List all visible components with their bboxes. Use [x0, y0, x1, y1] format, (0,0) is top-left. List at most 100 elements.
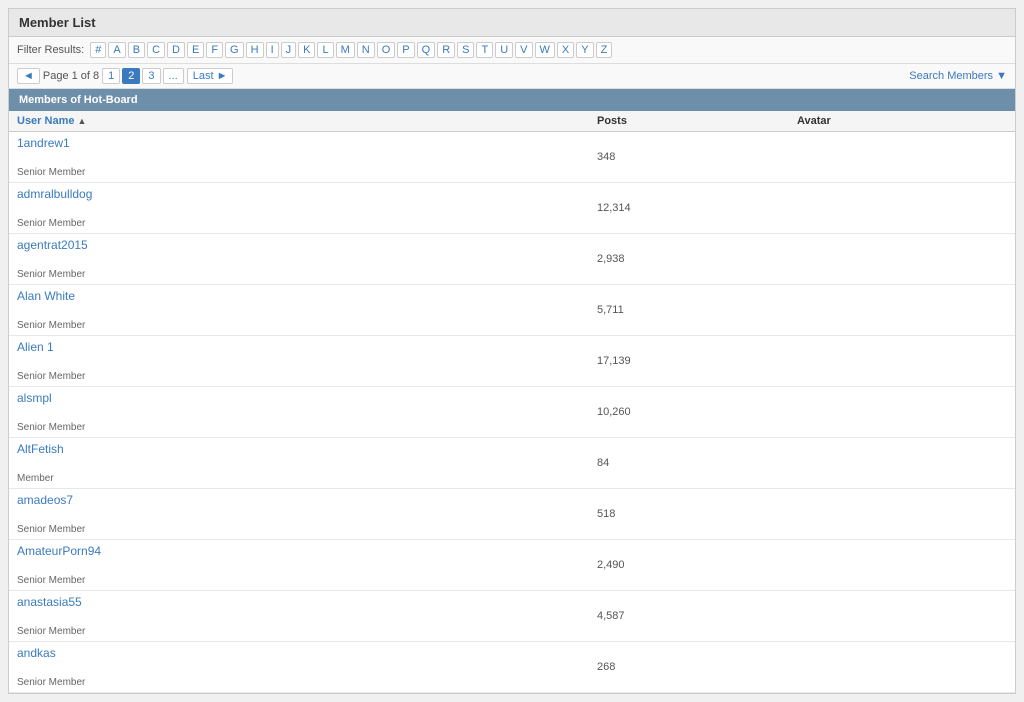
member-posts-count: 348 — [597, 151, 797, 163]
member-name-cell: AmateurPorn94 Senior Member — [17, 544, 597, 586]
alpha-filter-a[interactable]: A — [108, 42, 125, 58]
member-type-label: Senior Member — [17, 320, 85, 331]
avatar-column-header: Avatar — [797, 115, 1007, 127]
page-info: Page 1 of 8 — [43, 70, 99, 82]
alpha-filter-r[interactable]: R — [437, 42, 455, 58]
alpha-filter-b[interactable]: B — [128, 42, 145, 58]
member-posts-count: 17,139 — [597, 355, 797, 367]
member-type-label: Senior Member — [17, 524, 85, 535]
member-name-cell: AltFetish Member — [17, 442, 597, 484]
alpha-filter-e[interactable]: E — [187, 42, 204, 58]
member-name-link[interactable]: Alan White — [17, 289, 597, 303]
alpha-filter-o[interactable]: O — [377, 42, 396, 58]
member-name-link[interactable]: andkas — [17, 646, 597, 660]
page-button-2[interactable]: 2 — [122, 68, 140, 84]
alpha-filter-t[interactable]: T — [476, 42, 493, 58]
member-type-label: Senior Member — [17, 218, 85, 229]
alpha-filter-c[interactable]: C — [147, 42, 165, 58]
member-name-cell: amadeos7 Senior Member — [17, 493, 597, 535]
member-posts-count: 4,587 — [597, 610, 797, 622]
member-name-link[interactable]: Alien 1 — [17, 340, 597, 354]
alpha-filter-g[interactable]: G — [225, 42, 244, 58]
member-name-cell: andkas Senior Member — [17, 646, 597, 688]
table-row: AltFetish Member 84 — [9, 438, 1015, 489]
username-column-header[interactable]: User Name ▲ — [17, 115, 597, 127]
search-members-button[interactable]: Search Members ▼ — [909, 70, 1007, 82]
filter-label: Filter Results: — [17, 44, 84, 56]
alpha-filter-p[interactable]: P — [397, 42, 414, 58]
table-row: anastasia55 Senior Member 4,587 — [9, 591, 1015, 642]
member-type-label: Senior Member — [17, 575, 85, 586]
filter-bar: Filter Results: #ABCDEFGHIJKLMNOPQRSTUVW… — [9, 37, 1015, 64]
alpha-filter-i[interactable]: I — [266, 42, 279, 58]
member-type-label: Member — [17, 473, 54, 484]
table-row: agentrat2015 Senior Member 2,938 — [9, 234, 1015, 285]
member-type-label: Senior Member — [17, 167, 85, 178]
member-name-link[interactable]: AltFetish — [17, 442, 597, 456]
page-button-3[interactable]: 3 — [142, 68, 160, 84]
alpha-filter-buttons: #ABCDEFGHIJKLMNOPQRSTUVWXYZ — [90, 42, 612, 58]
member-name-link[interactable]: AmateurPorn94 — [17, 544, 597, 558]
pagination-left: ◄ Page 1 of 8 123... Last ► — [17, 68, 233, 84]
member-name-cell: 1andrew1 Senior Member — [17, 136, 597, 178]
table-row: alsmplSenior Member10,260 — [9, 387, 1015, 438]
page-button-1[interactable]: 1 — [102, 68, 120, 84]
table-row: Alan White Senior Member 5,711 — [9, 285, 1015, 336]
alpha-filter-f[interactable]: F — [206, 42, 223, 58]
pagination-bar: ◄ Page 1 of 8 123... Last ► Search Membe… — [9, 64, 1015, 89]
alpha-filter-h[interactable]: H — [246, 42, 264, 58]
member-type-label: Senior Member — [17, 677, 85, 688]
member-name-cell: Alan White Senior Member — [17, 289, 597, 331]
alpha-filter-#[interactable]: # — [90, 42, 106, 58]
member-posts-count: 12,314 — [597, 202, 797, 214]
member-posts-count: 268 — [597, 661, 797, 673]
member-name-link[interactable]: admralbulldog — [17, 187, 597, 201]
member-name-link[interactable]: alsmpl — [17, 391, 597, 405]
alpha-filter-y[interactable]: Y — [576, 42, 593, 58]
alpha-filter-j[interactable]: J — [281, 42, 297, 58]
alpha-filter-u[interactable]: U — [495, 42, 513, 58]
last-button[interactable]: Last ► — [187, 68, 234, 84]
table-row: amadeos7Senior Member518 — [9, 489, 1015, 540]
table-row: AmateurPorn94 Senior Member 2,490 — [9, 540, 1015, 591]
alpha-filter-n[interactable]: N — [357, 42, 375, 58]
member-name-cell: alsmpl Senior Member — [17, 391, 597, 433]
member-name-link[interactable]: 1andrew1 — [17, 136, 597, 150]
page-button-...[interactable]: ... — [163, 68, 184, 84]
table-row: 1andrew1 Senior Member 348 — [9, 132, 1015, 183]
member-posts-count: 2,938 — [597, 253, 797, 265]
member-posts-count: 84 — [597, 457, 797, 469]
member-name-cell: anastasia55 Senior Member — [17, 595, 597, 637]
alpha-filter-s[interactable]: S — [457, 42, 474, 58]
alpha-filter-v[interactable]: V — [515, 42, 532, 58]
member-name-link[interactable]: agentrat2015 — [17, 238, 597, 252]
alpha-filter-k[interactable]: K — [298, 42, 315, 58]
alpha-filter-w[interactable]: W — [535, 42, 555, 58]
posts-column-header: Posts — [597, 115, 797, 127]
member-name-link[interactable]: anastasia55 — [17, 595, 597, 609]
page-buttons: 123... — [102, 68, 184, 84]
member-name-cell: admralbulldog Senior Member — [17, 187, 597, 229]
member-type-label: Senior Member — [17, 371, 85, 382]
member-name-link[interactable]: amadeos7 — [17, 493, 597, 507]
page-title: Member List — [9, 9, 1015, 37]
member-type-label: Senior Member — [17, 269, 85, 280]
table-header: User Name ▲ Posts Avatar — [9, 111, 1015, 132]
member-type-label: Senior Member — [17, 422, 85, 433]
alpha-filter-z[interactable]: Z — [596, 42, 613, 58]
table-row: andkas Senior Member 268 — [9, 642, 1015, 693]
alpha-filter-l[interactable]: L — [317, 42, 333, 58]
member-name-cell: Alien 1 Senior Member — [17, 340, 597, 382]
member-type-label: Senior Member — [17, 626, 85, 637]
alpha-filter-m[interactable]: M — [336, 42, 355, 58]
alpha-filter-q[interactable]: Q — [417, 42, 436, 58]
alpha-filter-d[interactable]: D — [167, 42, 185, 58]
table-row: Alien 1 Senior Member 17,139 — [9, 336, 1015, 387]
alpha-filter-x[interactable]: X — [557, 42, 574, 58]
member-posts-count: 2,490 — [597, 559, 797, 571]
member-name-cell: agentrat2015 Senior Member — [17, 238, 597, 280]
sort-arrow-icon: ▲ — [78, 116, 87, 126]
table-row: admralbulldog Senior Member 12,314 — [9, 183, 1015, 234]
member-posts-count: 5,711 — [597, 304, 797, 316]
prev-button[interactable]: ◄ — [17, 68, 40, 84]
